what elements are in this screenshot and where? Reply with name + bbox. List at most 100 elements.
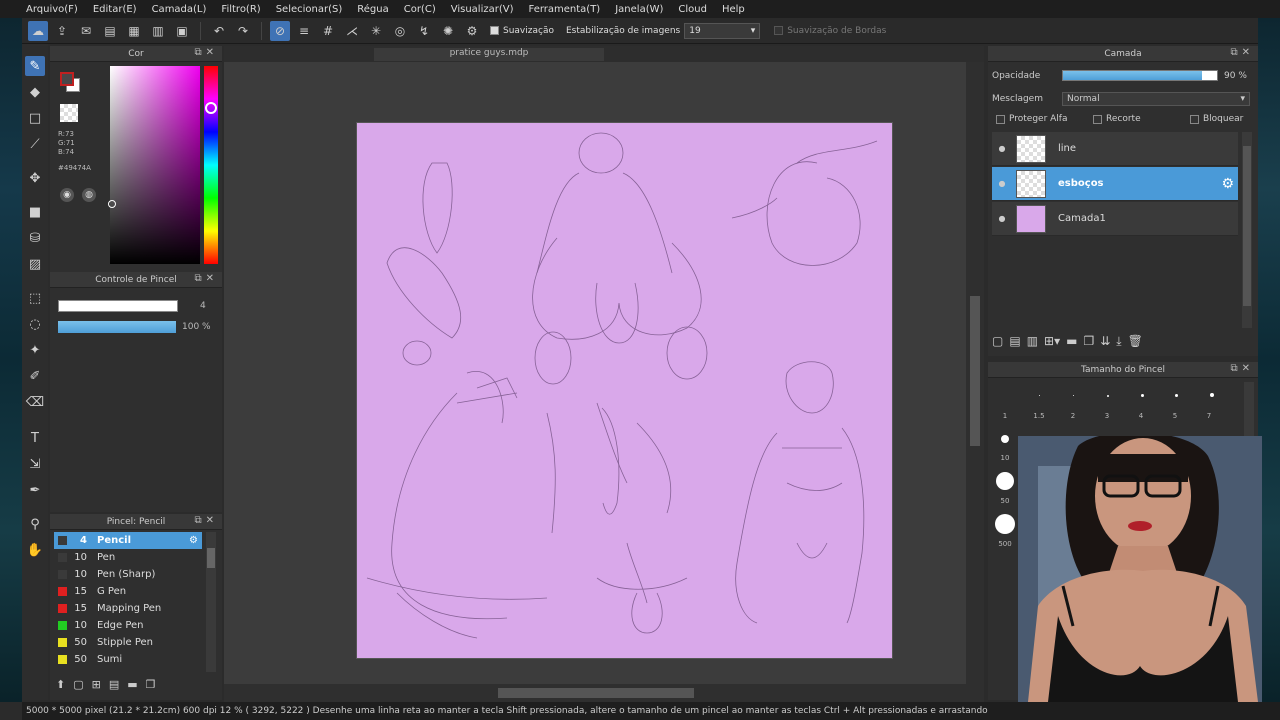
vertical-scrollbar[interactable] (966, 62, 984, 684)
new-folder-icon[interactable]: ▬ (1066, 334, 1077, 348)
new-brush-icon[interactable]: ▢ (73, 678, 83, 696)
duplicate-icon[interactable]: ❐ (146, 678, 156, 696)
select-tool-icon[interactable]: ⬚ (25, 288, 45, 308)
layer-item-line[interactable]: ● line (992, 132, 1238, 166)
gear-icon[interactable]: ⚙ (1221, 176, 1234, 192)
menu-edit[interactable]: Editar(E) (93, 4, 137, 15)
eyedropper-tool-icon[interactable]: ✒ (25, 480, 45, 500)
grid-snap-icon[interactable]: # (318, 21, 338, 41)
size-dot-4[interactable] (1175, 394, 1178, 397)
size-dot-5[interactable] (1210, 393, 1214, 397)
magic-wand-icon[interactable]: ✦ (25, 340, 45, 360)
undo-icon[interactable]: ↶ (209, 21, 229, 41)
gradient-tool-icon[interactable]: ▨ (25, 254, 45, 274)
brush-item-pencil[interactable]: 4 Pencil ⚙ (54, 532, 202, 549)
brush-item-edge-pen[interactable]: 10 Edge Pen (54, 617, 202, 634)
new-layer-icon[interactable]: ▢ (992, 334, 1003, 348)
new-8bit-layer-icon[interactable]: ▥ (1027, 334, 1038, 348)
bucket-tool-icon[interactable]: ⛁ (25, 228, 45, 248)
blend-mode-select[interactable]: Normal ▾ (1062, 92, 1250, 106)
menu-select[interactable]: Selecionar(S) (276, 4, 343, 15)
transfer-down-icon[interactable]: ⤓ (1116, 334, 1121, 349)
panel-controls-icon[interactable]: ⧉✕ (194, 515, 218, 526)
protect-alpha-checkbox[interactable] (996, 114, 1005, 124)
panel-controls-icon[interactable]: ⧉✕ (194, 273, 218, 284)
cloud-icon[interactable]: ☁ (28, 20, 48, 41)
size-dot-2[interactable] (1107, 395, 1109, 397)
size-dot-500[interactable] (995, 514, 1015, 534)
brush-opacity-slider[interactable] (58, 321, 176, 333)
radial-snap-icon[interactable]: ✳ (366, 21, 386, 41)
brush-tool-icon[interactable]: ✎ (25, 56, 45, 76)
size-dot-50[interactable] (996, 472, 1014, 490)
layer-item-esbocos[interactable]: ● esboços ⚙ (992, 167, 1238, 201)
layer-list-scrollbar[interactable] (1242, 132, 1252, 328)
menu-color[interactable]: Cor(C) (404, 4, 436, 15)
duplicate-layer-icon[interactable]: ❐ (1083, 334, 1094, 348)
size-dot-1-5[interactable] (1073, 395, 1074, 396)
select-eraser-icon[interactable]: ⌫ (25, 392, 45, 412)
new-halftone-layer-icon[interactable]: ▤ (1009, 334, 1020, 348)
hue-slider-knob[interactable] (205, 102, 217, 114)
layer-opacity-slider[interactable] (1062, 70, 1218, 81)
trash-icon[interactable]: 🗑 (1128, 334, 1143, 348)
layout-icon[interactable]: ▣ (172, 21, 192, 41)
brush-item-stipple-pen[interactable]: 50 Stipple Pen (54, 634, 202, 651)
curve-snap-icon[interactable]: ↯ (414, 21, 434, 41)
menu-cloud[interactable]: Cloud (678, 4, 707, 15)
saturation-value-picker[interactable] (110, 66, 200, 264)
horizontal-scrollbar-thumb[interactable] (498, 688, 694, 698)
transparent-color-swatch[interactable] (60, 104, 78, 122)
lasso-tool-icon[interactable]: ◌ (25, 314, 45, 334)
brush-item-pen-sharp[interactable]: 10 Pen (Sharp) (54, 566, 202, 583)
text-tool-icon[interactable]: T (25, 428, 45, 448)
line-tool-icon[interactable]: ⟋ (25, 134, 45, 154)
menu-tool[interactable]: Ferramenta(T) (528, 4, 600, 15)
menu-file[interactable]: Arquivo(F) (26, 4, 78, 15)
grid-panel-icon[interactable]: ▥ (148, 21, 168, 41)
brush-item-mapping-pen[interactable]: 15 Mapping Pen (54, 600, 202, 617)
horizontal-scrollbar[interactable] (224, 684, 984, 702)
scrollbar-thumb[interactable] (1243, 146, 1251, 306)
parallel-snap-icon[interactable]: ≡ (294, 21, 314, 41)
menu-view[interactable]: Visualizar(V) (451, 4, 514, 15)
brush-item-g-pen[interactable]: 15 G Pen (54, 583, 202, 600)
settings-icon[interactable]: ⚙ (462, 21, 482, 41)
gear-snap-icon[interactable]: ✺ (438, 21, 458, 41)
brush-size-scrollbar[interactable] (1244, 382, 1254, 442)
eye-icon[interactable]: ● (992, 214, 1012, 223)
color-wheel-icon[interactable]: ◍ (82, 188, 96, 202)
menu-window[interactable]: Janela(W) (615, 4, 663, 15)
size-dot-3[interactable] (1141, 394, 1144, 397)
perspective-snap-icon[interactable]: ⋌ (342, 21, 362, 41)
eraser-tool-icon[interactable]: ◆ (25, 82, 45, 102)
rectangle-tool-icon[interactable]: □ (25, 108, 45, 128)
size-dot-10[interactable] (1001, 435, 1009, 443)
cloud-brush-icon[interactable]: ⬆ (56, 678, 65, 696)
brush-item-pen[interactable]: 10 Pen (54, 549, 202, 566)
hand-tool-icon[interactable]: ✋ (25, 540, 45, 560)
foreground-color-swatch[interactable] (60, 72, 74, 86)
vertical-scrollbar-thumb[interactable] (970, 296, 980, 446)
add-brush-icon[interactable]: ⊞ (92, 678, 101, 696)
eye-icon[interactable]: ● (992, 144, 1012, 153)
stabilization-select[interactable]: 19 ▾ (684, 22, 761, 39)
operation-tool-icon[interactable]: ⇲ (25, 454, 45, 474)
circle-snap-icon[interactable]: ◎ (390, 21, 410, 41)
eye-icon[interactable]: ● (992, 179, 1012, 188)
add-layer-menu-icon[interactable]: ⊞▾ (1044, 334, 1060, 348)
document-tab[interactable]: pratice guys.mdp (374, 48, 604, 61)
menu-filter[interactable]: Filtro(R) (221, 4, 260, 15)
brush-size-slider[interactable] (58, 300, 178, 312)
scrollbar-thumb[interactable] (207, 548, 215, 568)
menu-layer[interactable]: Camada(L) (152, 4, 207, 15)
menu-ruler[interactable]: Régua (357, 4, 388, 15)
panel-controls-icon[interactable]: ⧉✕ (1230, 47, 1254, 58)
gear-icon[interactable]: ⚙ (189, 535, 198, 546)
palette-icon[interactable]: ◉ (60, 188, 74, 202)
document-icon[interactable]: ▤ (100, 21, 120, 41)
smoothing-toggle[interactable]: Suavização (490, 26, 554, 36)
panel-controls-icon[interactable]: ⧉✕ (1230, 363, 1254, 374)
page-icon[interactable]: ▦ (124, 21, 144, 41)
fill-rectangle-icon[interactable]: ■ (25, 202, 45, 222)
